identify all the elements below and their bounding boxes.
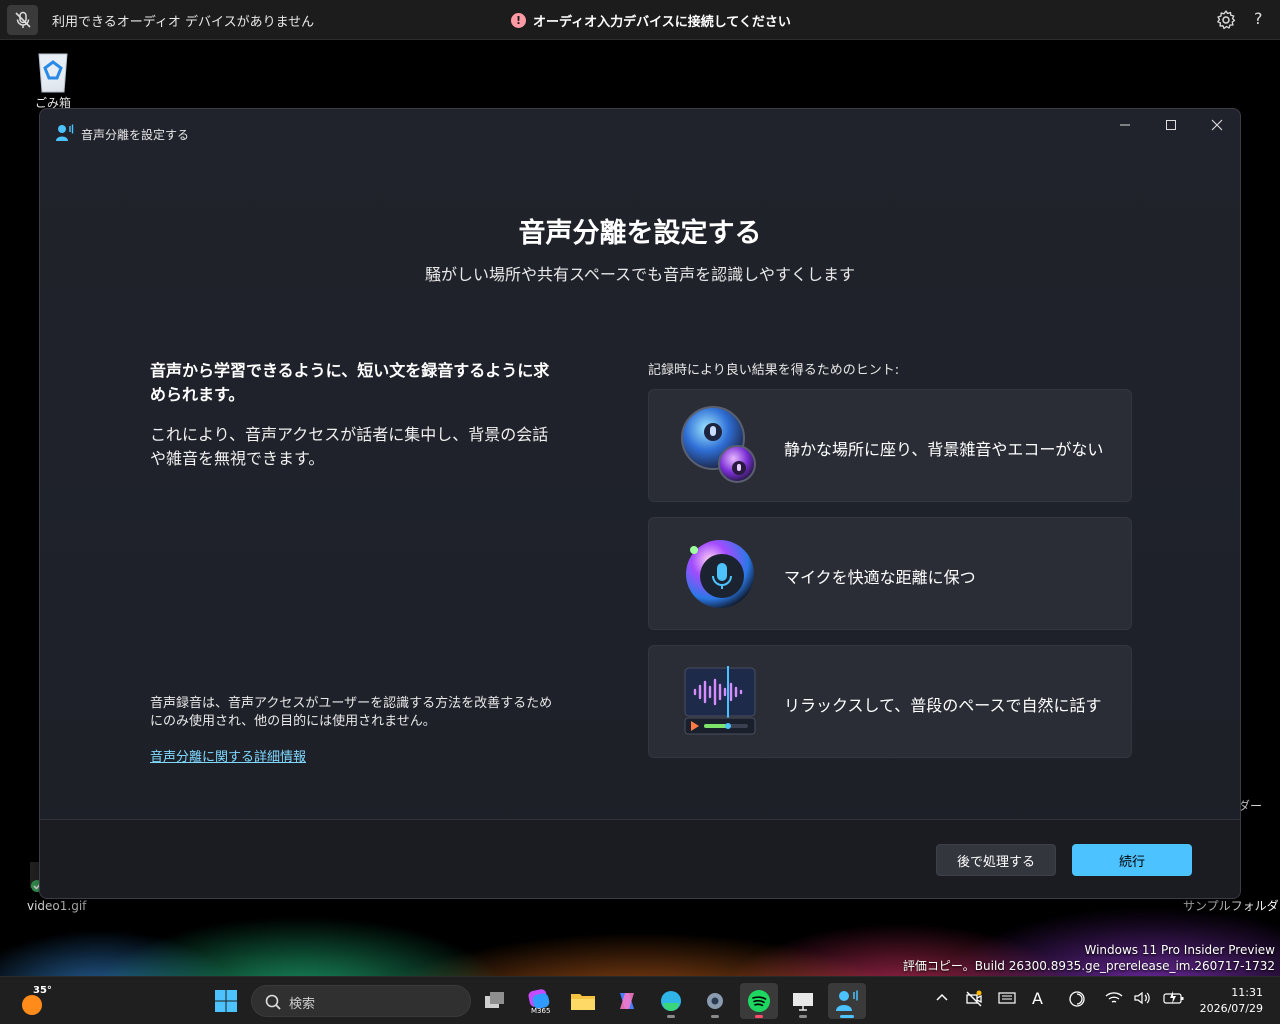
tray-keyboard-icon[interactable] xyxy=(998,991,1016,1009)
sample-folder-label[interactable]: サンプルフォルダ xyxy=(1183,897,1279,914)
learn-more-link[interactable]: 音声分離に関する詳細情報 xyxy=(150,746,306,765)
voice-access-bar: 利用できるオーディオ デバイスがありません ! オーディオ入力デバイスに接続して… xyxy=(0,0,1280,40)
running-indicator xyxy=(667,1015,675,1018)
watermark-build: 評価コピー。Build 26300.8935.ge_prerelease_im.… xyxy=(902,959,1275,973)
recycle-bin-icon xyxy=(38,53,68,93)
maximize-button[interactable] xyxy=(1148,109,1194,141)
taskbar-app-edge[interactable] xyxy=(652,983,690,1019)
microphone-toggle-button[interactable] xyxy=(7,5,38,35)
continue-button[interactable]: 続行 xyxy=(1072,844,1192,876)
alert-text: オーディオ入力デバイスに接続してください xyxy=(533,15,791,30)
minimize-button[interactable] xyxy=(1102,109,1148,141)
settings-gear-icon[interactable] xyxy=(1215,9,1237,31)
window-titlebar[interactable]: 音声分離を設定する xyxy=(40,109,1240,153)
taskbar-app-presentation[interactable] xyxy=(784,983,822,1019)
watermark-edition: Windows 11 Pro Insider Preview xyxy=(1084,943,1275,957)
dialog-footer: 後で処理する 続行 xyxy=(40,819,1240,898)
minimize-icon xyxy=(1120,124,1130,126)
presentation-screen-icon xyxy=(793,993,813,1011)
close-button[interactable] xyxy=(1194,109,1240,141)
tray-overflow-chevron-icon[interactable] xyxy=(935,991,949,1009)
taskbar-app-copilot[interactable] xyxy=(608,983,646,1019)
voice-access-icon xyxy=(836,990,858,1011)
voices-bubbles-icon xyxy=(681,406,756,483)
taskbar-app-m365[interactable]: M365 xyxy=(520,983,558,1019)
voice-isolation-setup-window: 音声分離を設定する 音声分離を設定する 騒がしい場所や共有スペースでも音声を認識… xyxy=(39,108,1241,899)
microphone-off-icon xyxy=(14,11,31,28)
task-view-icon xyxy=(485,992,504,1008)
taskbar-app-file-explorer[interactable] xyxy=(564,983,602,1019)
edge-browser-icon xyxy=(661,991,681,1011)
folder-icon xyxy=(571,994,595,1010)
taskbar-app-spotify[interactable] xyxy=(740,983,778,1019)
running-indicator xyxy=(840,1015,854,1018)
instructions-lead: 音声から学習できるように、短い文を録音するように求められます。 xyxy=(150,361,550,404)
audio-waveform-icon xyxy=(684,666,756,735)
tip-text: 静かな場所に座り、背景雑音やエコーがない xyxy=(784,440,1104,459)
ime-mode-indicator[interactable]: A xyxy=(1032,989,1043,1008)
later-button[interactable]: 後で処理する xyxy=(936,844,1056,876)
clock-time: 11:31 xyxy=(1231,986,1263,999)
tray-focus-icon[interactable] xyxy=(1068,990,1086,1012)
close-icon xyxy=(1211,119,1223,131)
task-view-button[interactable] xyxy=(476,983,514,1019)
voice-access-alert: ! オーディオ入力デバイスに接続してください xyxy=(511,11,791,30)
spotify-icon xyxy=(748,990,770,1012)
instructions-column: 音声から学習できるように、短い文を録音するように求められます。 これにより、音声… xyxy=(150,359,550,471)
windows-watermark: Windows 11 Pro Insider Preview 評価コピー。Bui… xyxy=(903,942,1275,974)
tip-card-quiet-place: 静かな場所に座り、背景雑音やエコーがない xyxy=(648,389,1132,502)
page-subheading: 騒がしい場所や共有スペースでも音声を認識しやすくします xyxy=(425,265,855,284)
tray-camera-off-icon[interactable] xyxy=(965,990,983,1012)
privacy-notice: 音声録音は、音声アクセスがユーザーを認識する方法を改善するためにのみ使用され、他… xyxy=(150,696,553,729)
tip-text: マイクを快適な距離に保つ xyxy=(784,568,976,587)
running-indicator xyxy=(799,1015,807,1018)
m365-label: M365 xyxy=(531,1007,551,1015)
taskbar-clock[interactable]: 11:31 2026/07/29 xyxy=(1197,985,1263,1017)
maximize-icon xyxy=(1166,120,1176,130)
tray-battery-icon[interactable] xyxy=(1163,990,1185,1010)
voice-access-status: 利用できるオーディオ デバイスがありません xyxy=(52,15,315,30)
desktop-partial-label: ダー xyxy=(1238,799,1263,813)
voice-access-app-icon xyxy=(56,124,74,141)
taskbar-app-settings[interactable] xyxy=(696,983,734,1019)
tray-volume-icon[interactable] xyxy=(1133,991,1151,1009)
copilot-icon xyxy=(620,993,634,1009)
start-windows-icon[interactable] xyxy=(214,989,238,1013)
running-indicator xyxy=(755,1015,763,1018)
video-file-label: video1.gif xyxy=(27,899,87,913)
search-placeholder: 検索 xyxy=(289,997,316,1012)
instructions-body: これにより、音声アクセスが話者に集中し、背景の会話や雑音を無視できます。 xyxy=(150,425,549,468)
tip-text: リラックスして、普段のペースで自然に話す xyxy=(784,696,1102,715)
tray-wifi-icon[interactable] xyxy=(1105,991,1123,1009)
tip-card-natural-pace: リラックスして、普段のペースで自然に話す xyxy=(648,645,1132,758)
alert-icon: ! xyxy=(511,13,526,28)
search-icon xyxy=(265,994,281,1010)
settings-app-icon xyxy=(707,993,723,1009)
page-heading: 音声分離を設定する xyxy=(518,218,762,249)
weather-temperature: 35° xyxy=(33,985,52,996)
desktop-icon-recycle-bin[interactable]: ごみ箱 xyxy=(30,48,76,111)
taskbar-search-box[interactable]: 検索 xyxy=(251,985,471,1017)
window-title: 音声分離を設定する xyxy=(81,128,190,142)
taskbar-app-voice-access[interactable] xyxy=(828,983,866,1019)
tip-card-mic-distance: マイクを快適な距離に保つ xyxy=(648,517,1132,630)
help-icon[interactable]: ? xyxy=(1254,9,1263,28)
tips-label: 記録時により良い結果を得るためのヒント: xyxy=(648,363,900,378)
microphone-orb-icon xyxy=(686,540,754,608)
clock-date: 2026/07/29 xyxy=(1199,1002,1263,1015)
running-indicator xyxy=(711,1015,719,1018)
taskbar: 35° 検索 M365 A 11:31 2026/07/29 xyxy=(0,976,1280,1024)
